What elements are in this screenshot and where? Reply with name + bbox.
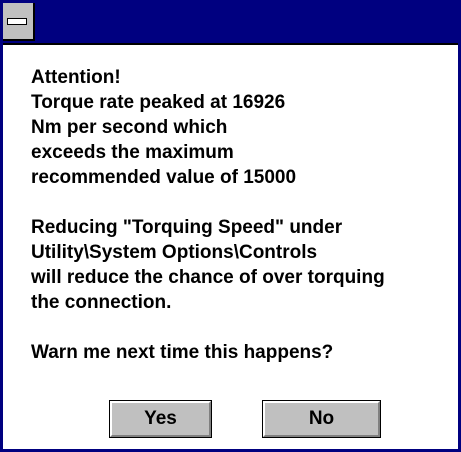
message-line: Nm per second which	[31, 117, 228, 138]
dialog-window: Attention! Torque rate peaked at 16926 N…	[0, 0, 461, 452]
question-text: Warn me next time this happens?	[31, 342, 334, 363]
message-line: Reducing "Torquing Speed" under	[31, 217, 343, 238]
message-line: Torque rate peaked at 16926	[31, 92, 286, 113]
title-bar	[3, 3, 458, 45]
message-area: Attention! Torque rate peaked at 16926 N…	[31, 65, 451, 365]
message-line: exceeds the maximum	[31, 142, 234, 163]
message-line: will reduce the chance of over torquing	[31, 267, 385, 288]
message-line: recommended value of 15000	[31, 167, 297, 188]
button-row: Yes No	[3, 400, 458, 438]
yes-button[interactable]: Yes	[109, 400, 212, 438]
message-line: the connection.	[31, 292, 172, 313]
no-button[interactable]: No	[262, 400, 381, 438]
message-line: Utility\System Options\Controls	[31, 242, 318, 263]
system-menu-icon[interactable]	[3, 3, 35, 41]
message-line: Attention!	[31, 67, 121, 88]
system-menu-bar-glyph	[7, 18, 27, 25]
